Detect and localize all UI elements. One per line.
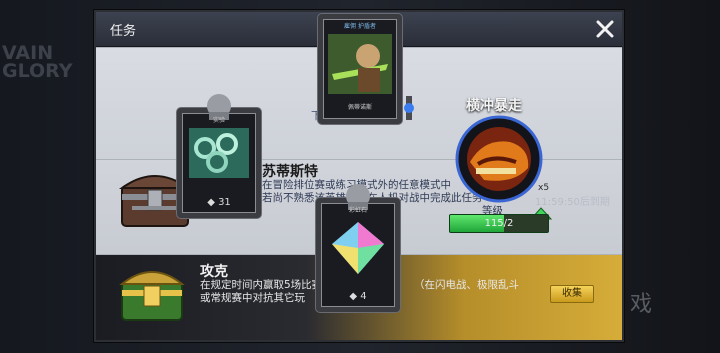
card-label: 实验 bbox=[212, 117, 225, 124]
quest-description-line1: 在规定时间内赢取5场比赛 bbox=[200, 279, 323, 291]
close-icon bbox=[596, 20, 614, 38]
collect-button[interactable]: 收集 bbox=[550, 285, 594, 303]
card-count: ◆ 31 bbox=[207, 197, 231, 208]
rainbow-gem-icon bbox=[332, 222, 384, 274]
card-caption: 佩蒂诺斯 bbox=[347, 104, 372, 111]
raging-beast-icon bbox=[455, 115, 543, 203]
quest-title: 攻克 bbox=[200, 264, 228, 280]
hero-portrait-icon bbox=[328, 34, 392, 94]
card-count: ◆ 4 bbox=[349, 291, 367, 302]
jade-rings-icon bbox=[189, 128, 249, 178]
background-glyph: 戏 bbox=[630, 292, 653, 317]
close-button[interactable] bbox=[592, 16, 618, 42]
quest-description-line1b: （在闪电战、极限乱斗 bbox=[414, 279, 519, 291]
quest-progress-bar: 115/2 bbox=[449, 214, 549, 233]
card-label: 彩虹石 bbox=[348, 207, 367, 214]
progress-text: 115/2 bbox=[484, 218, 514, 229]
expire-time: 11:59:50后到期 bbox=[535, 197, 610, 208]
dialog-title: 任务 bbox=[110, 24, 137, 39]
reward-card-hero[interactable]: 雇佣 护盾者 佩蒂诺斯 bbox=[318, 14, 402, 124]
objective-title: 横冲暴走 bbox=[466, 98, 522, 114]
quest-title: 苏蒂斯特 bbox=[262, 164, 318, 180]
quest-description-line2: 或常规赛中对抗其它玩 bbox=[200, 292, 305, 304]
game-logo: VAIN GLORY bbox=[2, 42, 73, 82]
card-label: 雇佣 护盾者 bbox=[344, 23, 376, 30]
golden-chest-icon bbox=[119, 271, 185, 321]
blue-gem-ornament-icon bbox=[404, 96, 414, 120]
reward-card-essence[interactable]: 实验 ◆ 31 bbox=[177, 94, 261, 218]
multiplier: x5 bbox=[538, 183, 550, 193]
reward-card-rainbow-stone[interactable]: 彩虹石 ◆ 4 bbox=[316, 184, 400, 312]
